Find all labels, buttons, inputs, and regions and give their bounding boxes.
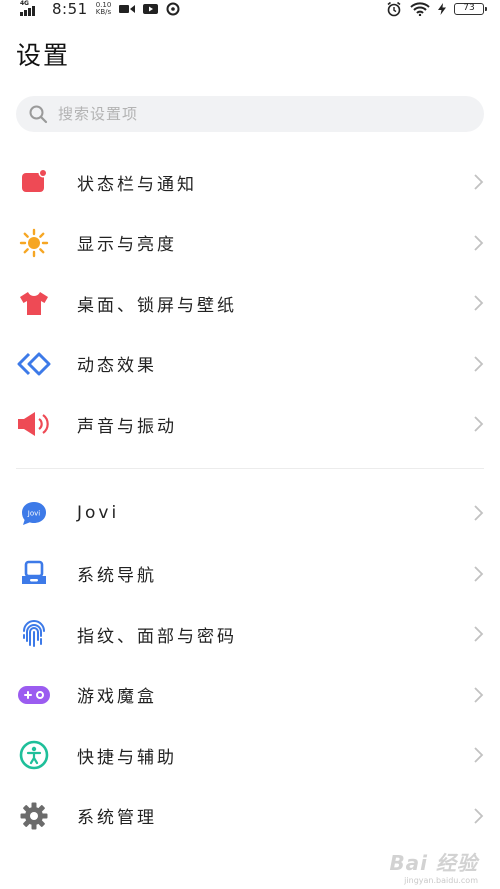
chevron-right-icon [474, 808, 484, 824]
watermark-logo: Bai 经验 [389, 851, 478, 875]
settings-item-sound-vibration[interactable]: 声音与振动 [0, 394, 500, 455]
settings-item-display-brightness[interactable]: 显示与亮度 [0, 213, 500, 274]
chevron-right-icon [474, 295, 484, 311]
battery-icon: 73 [454, 3, 487, 15]
status-left: 4G 8:51 0.10 KB/s [20, 0, 180, 18]
diamond-icon [17, 347, 51, 381]
fingerprint-icon [17, 617, 51, 651]
section-divider [16, 468, 484, 469]
tshirt-icon [17, 286, 51, 320]
chevron-right-icon [474, 747, 484, 763]
item-label: 指纹、面部与密码 [77, 626, 237, 647]
item-label: 系统管理 [77, 808, 157, 829]
chevron-right-icon [474, 505, 484, 521]
alarm-icon [387, 1, 401, 17]
settings-item-jovi[interactable]: Jovi Jovi [0, 483, 500, 544]
charging-icon [438, 3, 446, 15]
settings-item-system-navigation[interactable]: 系统导航 [0, 544, 500, 605]
search-icon [29, 105, 48, 124]
watermark-url: jingyan.baidu.com [404, 876, 478, 885]
wifi-icon [410, 2, 430, 16]
item-label: Jovi [77, 503, 120, 524]
item-label: 状态栏与通知 [77, 174, 197, 195]
chevron-right-icon [474, 174, 484, 190]
chevron-right-icon [474, 356, 484, 372]
notification-icon [17, 165, 51, 199]
settings-item-game-box[interactable]: 游戏魔盒 [0, 665, 500, 726]
jovi-icon: Jovi [17, 496, 51, 530]
jovi-badge-text: Jovi [27, 510, 40, 518]
chevron-right-icon [474, 626, 484, 642]
item-label: 系统导航 [77, 566, 157, 587]
video-app-icon [143, 4, 159, 14]
item-label: 游戏魔盒 [77, 687, 157, 708]
search-bar[interactable] [16, 96, 484, 132]
chevron-right-icon [474, 416, 484, 432]
music-app-icon [166, 2, 180, 16]
settings-item-dynamic-effects[interactable]: 动态效果 [0, 334, 500, 395]
settings-group-2: Jovi Jovi 系统导航 指纹、面部与密码 游戏魔盒 快捷与辅助 系统管理 [0, 483, 500, 846]
sun-icon [17, 226, 51, 260]
page-title: 设置 [16, 41, 71, 70]
video-record-icon [119, 5, 136, 13]
speaker-icon [17, 407, 51, 441]
settings-item-shortcuts-accessibility[interactable]: 快捷与辅助 [0, 725, 500, 786]
status-right: 73 [386, 1, 487, 17]
item-label: 动态效果 [77, 356, 157, 377]
clock: 8:51 [52, 0, 88, 18]
navigation-icon [17, 557, 51, 591]
gamepad-icon [17, 678, 51, 712]
settings-group-1: 状态栏与通知 显示与亮度 桌面、锁屏与壁纸 动态效果 声音与振动 [0, 152, 500, 455]
chevron-right-icon [474, 687, 484, 703]
signal-icon: 4G [20, 0, 44, 16]
status-bar: 4G 8:51 0.10 KB/s 73 [0, 0, 500, 18]
search-input[interactable] [58, 105, 438, 123]
item-label: 声音与振动 [77, 416, 177, 437]
gear-icon [17, 799, 51, 833]
item-label: 桌面、锁屏与壁纸 [77, 295, 237, 316]
speed-unit: KB/s [95, 8, 112, 16]
network-speed: 0.10 KB/s [96, 2, 112, 16]
settings-item-status-bar-notifications[interactable]: 状态栏与通知 [0, 152, 500, 213]
chevron-right-icon [474, 566, 484, 582]
item-label: 快捷与辅助 [77, 747, 177, 768]
settings-item-desktop-lockscreen-wallpaper[interactable]: 桌面、锁屏与壁纸 [0, 273, 500, 334]
item-label: 显示与亮度 [77, 235, 177, 256]
settings-item-fingerprint-face-password[interactable]: 指纹、面部与密码 [0, 604, 500, 665]
watermark: Bai 经验 jingyan.baidu.com [389, 847, 478, 885]
accessibility-icon [17, 738, 51, 772]
chevron-right-icon [474, 235, 484, 251]
settings-item-system-management[interactable]: 系统管理 [0, 786, 500, 847]
battery-level: 73 [463, 3, 475, 13]
